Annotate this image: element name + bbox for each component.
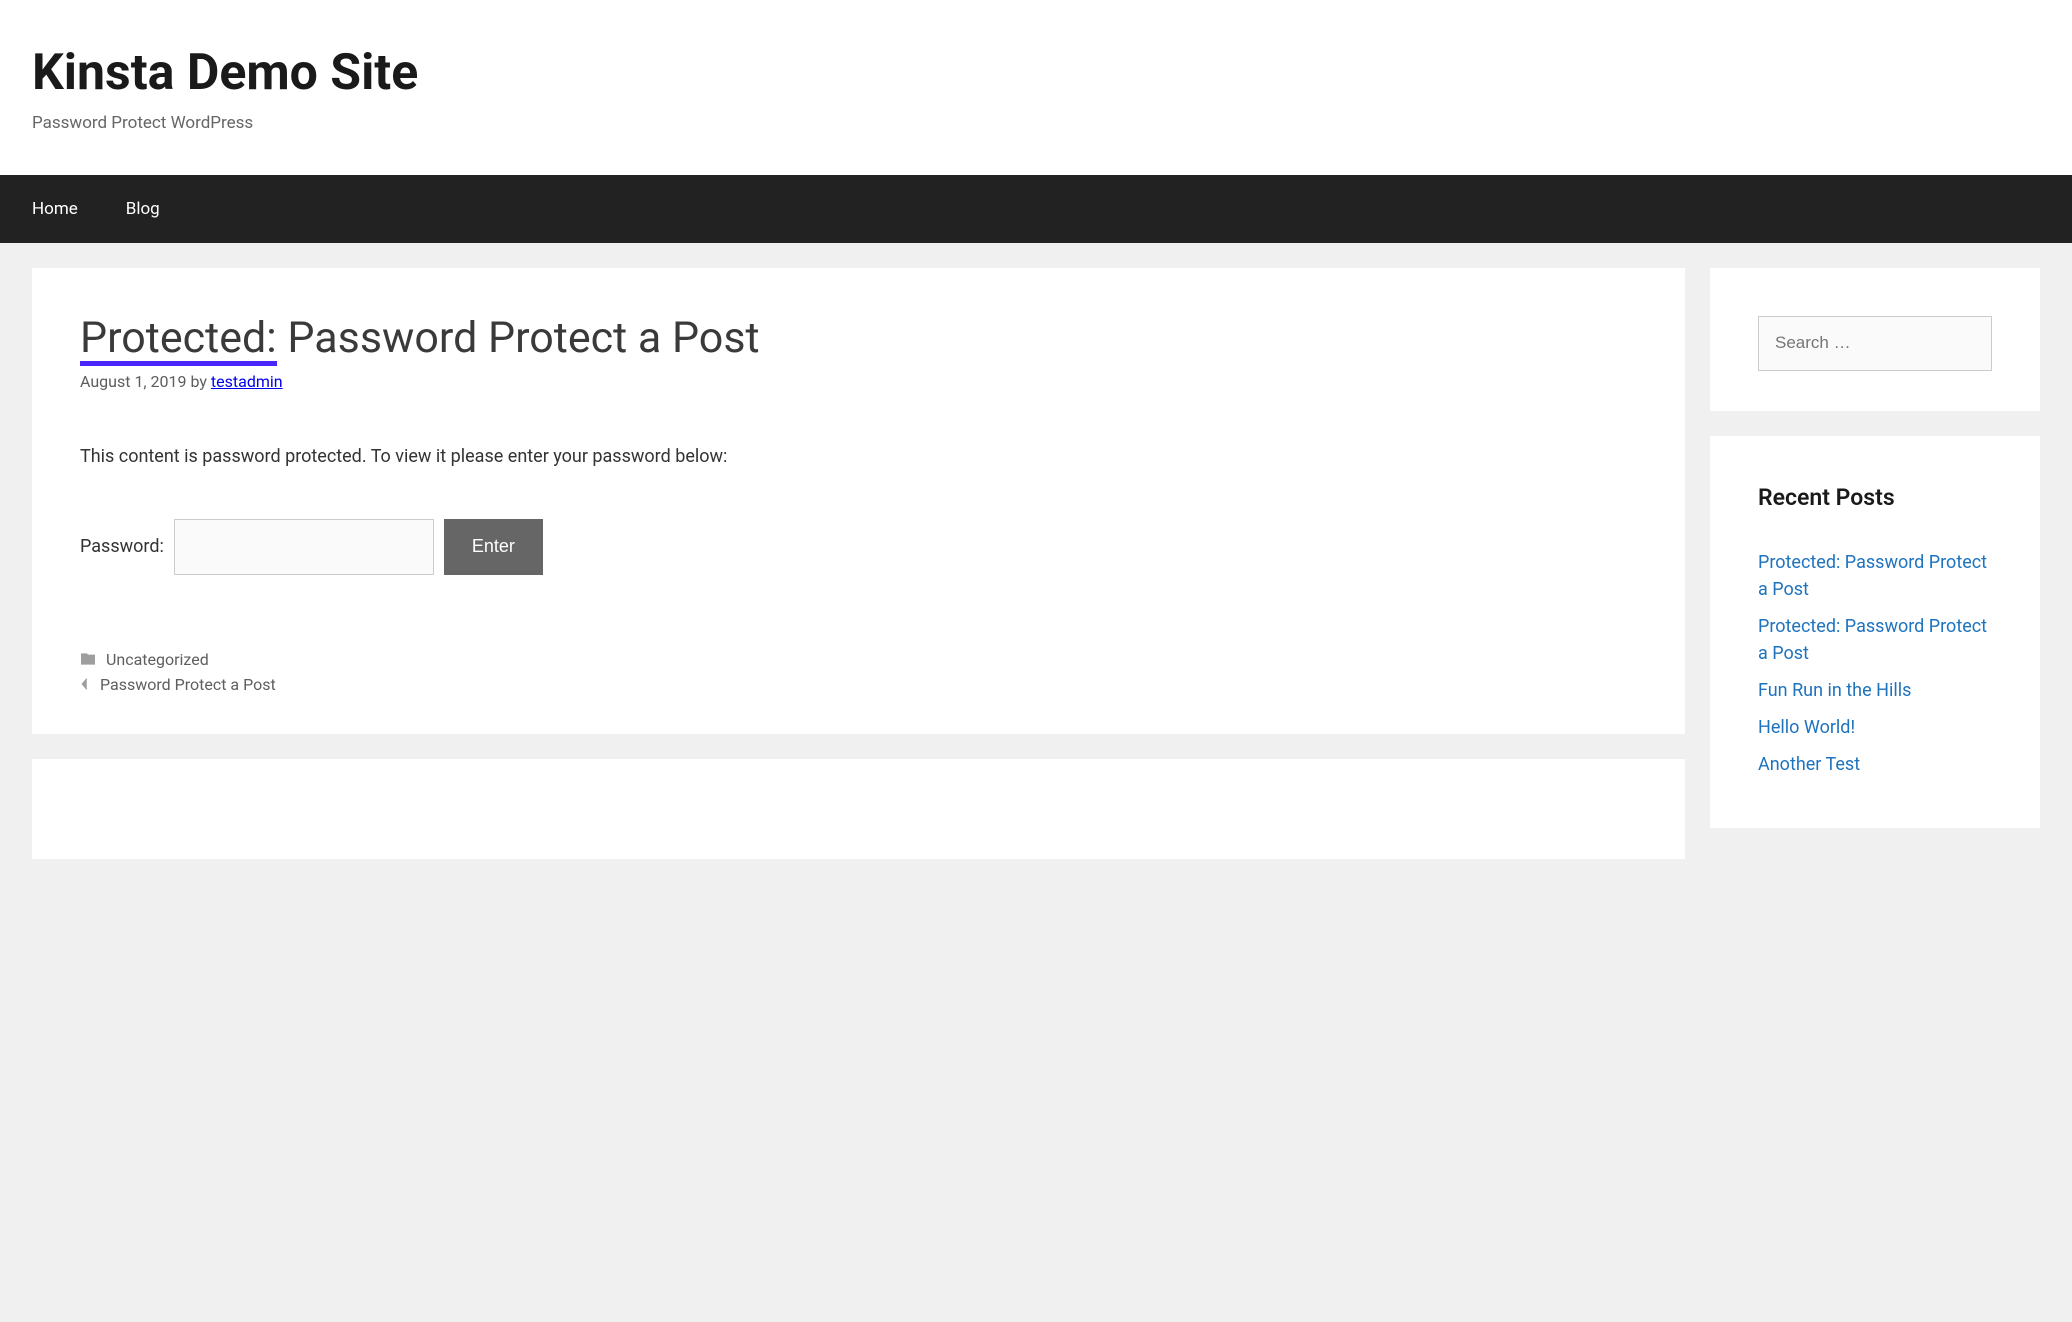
recent-posts-list: Protected: Password Protect a Post Prote… [1758, 549, 1992, 778]
sidebar: Recent Posts Protected: Password Protect… [1710, 268, 2040, 853]
recent-post-link[interactable]: Hello World! [1758, 717, 1855, 738]
title-rest: Password Protect a Post [277, 313, 760, 363]
main-column: Protected: Password Protect a Post Augus… [32, 268, 1685, 859]
post-date: August 1, 2019 [80, 372, 187, 391]
folder-icon [80, 651, 96, 667]
password-submit-button[interactable]: Enter [444, 519, 543, 575]
post-nav-row: Password Protect a Post [80, 675, 1637, 694]
recent-post-link[interactable]: Another Test [1758, 754, 1860, 775]
list-item: Another Test [1758, 751, 1992, 778]
site-title[interactable]: Kinsta Demo Site [32, 45, 2040, 103]
entry-footer: Uncategorized Password Protect a Post [80, 650, 1637, 694]
article: Protected: Password Protect a Post Augus… [32, 268, 1685, 734]
recent-posts-title: Recent Posts [1758, 484, 1992, 511]
password-form: Password: Enter [80, 519, 1637, 575]
list-item: Protected: Password Protect a Post [1758, 613, 1992, 667]
search-input[interactable] [1758, 316, 1992, 371]
chevron-left-icon [80, 677, 90, 691]
recent-post-link[interactable]: Protected: Password Protect a Post [1758, 552, 1987, 600]
entry-meta: August 1, 2019 by testadmin [80, 372, 1637, 391]
site-tagline: Password Protect WordPress [32, 113, 2040, 133]
password-label: Password: [80, 536, 164, 557]
nav-item-home[interactable]: Home [32, 175, 102, 243]
nav-item-blog[interactable]: Blog [102, 175, 184, 243]
list-item: Fun Run in the Hills [1758, 677, 1992, 704]
site-header: Kinsta Demo Site Password Protect WordPr… [0, 0, 2072, 175]
search-widget [1710, 268, 2040, 411]
author-link[interactable]: testadmin [211, 372, 283, 391]
category-row: Uncategorized [80, 650, 1637, 669]
list-item: Hello World! [1758, 714, 1992, 741]
protected-message: This content is password protected. To v… [80, 446, 1637, 467]
list-item: Protected: Password Protect a Post [1758, 549, 1992, 603]
prev-post-link[interactable]: Password Protect a Post [100, 675, 276, 694]
content-wrap: Protected: Password Protect a Post Augus… [0, 243, 2072, 859]
recent-post-link[interactable]: Fun Run in the Hills [1758, 680, 1911, 701]
password-input[interactable] [174, 519, 434, 575]
empty-box [32, 759, 1685, 859]
recent-post-link[interactable]: Protected: Password Protect a Post [1758, 616, 1987, 664]
entry-title: Protected: Password Protect a Post [80, 313, 1637, 366]
category-link[interactable]: Uncategorized [106, 650, 209, 669]
by-label: by [187, 372, 211, 391]
title-protected-prefix: Protected: [80, 316, 277, 366]
recent-posts-widget: Recent Posts Protected: Password Protect… [1710, 436, 2040, 828]
main-nav: Home Blog [0, 175, 2072, 243]
